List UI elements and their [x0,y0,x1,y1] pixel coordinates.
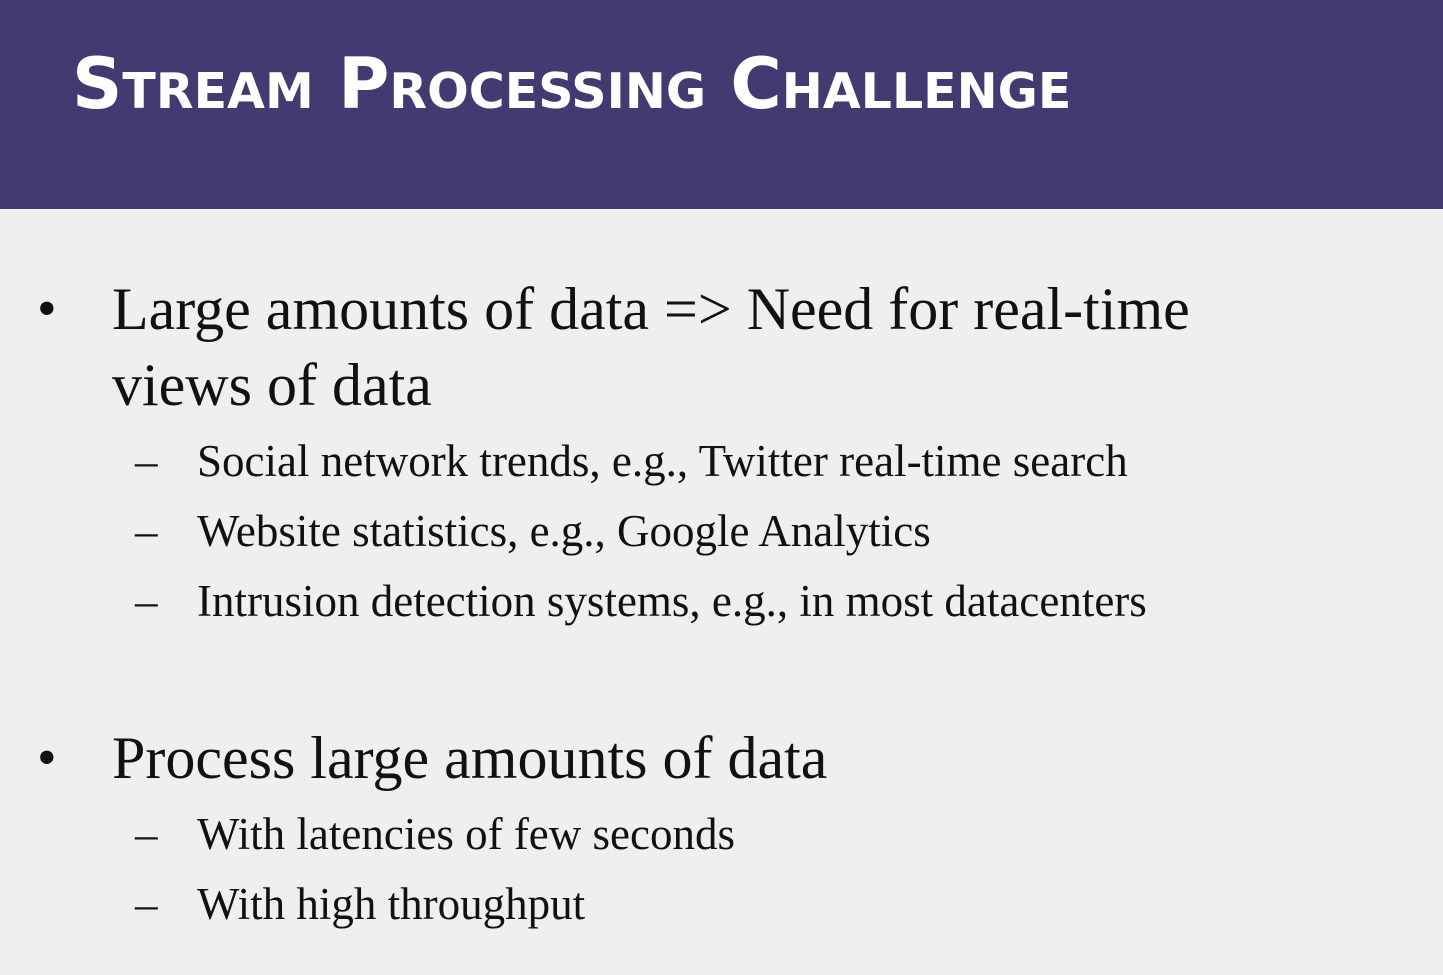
sub-bullet-text: Intrusion detection systems, e.g., in mo… [197,576,1147,626]
slide-title: Stream Processing Challenge [72,43,1072,125]
slide-body: • Large amounts of data => Need for real… [0,209,1443,975]
title-bar: Stream Processing Challenge [0,0,1443,209]
sub-bullet-item: – Intrusion detection systems, e.g., in … [0,571,1443,631]
bullet-text: Process large amounts of data [112,725,828,791]
sub-bullet-text: With high throughput [197,879,586,929]
sub-bullet-text: With latencies of few seconds [197,809,736,859]
sub-bullet-marker: – [135,809,158,859]
sub-bullet-marker: – [135,436,158,486]
sub-bullet-marker: – [135,879,158,929]
sub-bullet-marker: – [135,506,158,556]
sub-bullet-item: – With latencies of few seconds [0,804,1443,864]
sub-bullet-text: Website statistics, e.g., Google Analyti… [197,506,931,556]
sub-bullet-marker: – [135,576,158,626]
sub-bullet-item: – Website statistics, e.g., Google Analy… [0,501,1443,561]
bullet-text: Large amounts of data => Need for real-t… [112,276,1190,418]
sub-bullet-text: Social network trends, e.g., Twitter rea… [197,436,1128,486]
sub-bullet-item: – Social network trends, e.g., Twitter r… [0,431,1443,491]
bullet-marker: • [37,727,57,789]
bullet-marker: • [37,278,57,340]
sub-bullet-item: – With high throughput [0,874,1443,934]
slide: Stream Processing Challenge • Large amou… [0,0,1443,975]
